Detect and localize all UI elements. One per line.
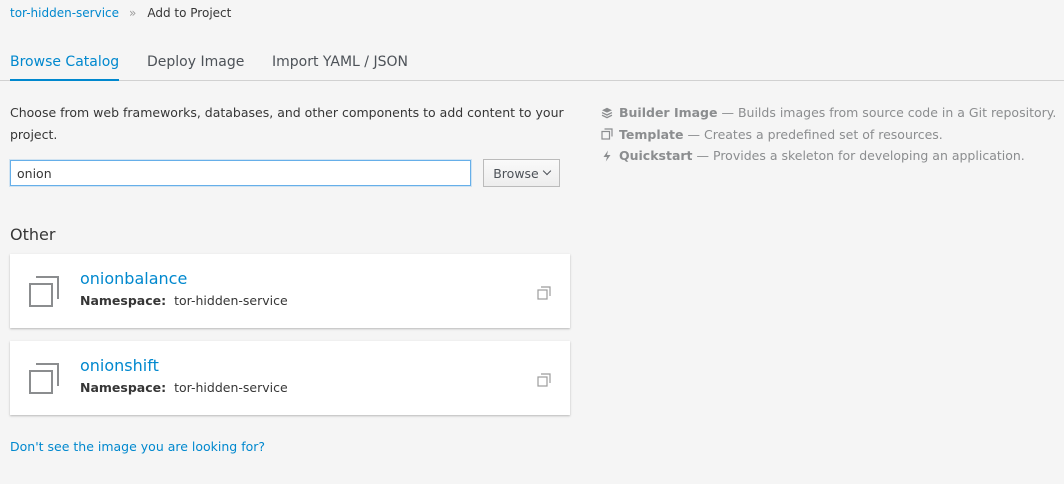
legend-builder-image: Builder Image — Builds images from sourc… (601, 102, 1056, 124)
tab-bar: Browse Catalog Deploy Image Import YAML … (0, 44, 1064, 81)
legend-template: Template — Creates a predefined set of r… (601, 124, 1056, 146)
breadcrumb-current: Add to Project (147, 6, 232, 20)
tab-deploy-image[interactable]: Deploy Image (147, 54, 244, 70)
catalog-search-input[interactable] (10, 160, 471, 186)
catalog-item-card[interactable]: onionbalance Namespace: tor-hidden-servic… (10, 254, 570, 328)
tab-import-yaml-json[interactable]: Import YAML / JSON (272, 54, 408, 70)
legend-desc: — Builds images from source code in a Gi… (721, 105, 1057, 121)
legend-desc: — Provides a skeleton for developing an … (696, 148, 1025, 164)
legend-name: Builder Image (619, 105, 718, 121)
template-icon (27, 275, 61, 309)
namespace-label: Namespace: (80, 380, 167, 395)
template-icon (537, 285, 551, 300)
namespace-value: tor-hidden-service (174, 293, 288, 308)
catalog-item-title[interactable]: onionshift (80, 356, 159, 375)
intro-text: Choose from web frameworks, databases, a… (10, 105, 564, 142)
type-legend: Builder Image — Builds images from sourc… (601, 102, 1056, 167)
catalog-item-namespace: Namespace: tor-hidden-service (80, 293, 288, 308)
template-icon (27, 362, 61, 396)
breadcrumb-project-link[interactable]: tor-hidden-service (10, 6, 119, 20)
tab-browse-catalog[interactable]: Browse Catalog (10, 54, 120, 81)
browse-button-label: Browse (493, 165, 539, 181)
legend-quickstart: Quickstart — Provides a skeleton for dev… (601, 145, 1056, 167)
namespace-value: tor-hidden-service (174, 380, 288, 395)
legend-name: Template (619, 126, 684, 142)
chevron-down-icon (542, 166, 551, 176)
section-title: Other (10, 225, 56, 244)
breadcrumb-separator: » (129, 6, 137, 20)
legend-name: Quickstart (619, 148, 693, 164)
template-icon (537, 372, 551, 387)
missing-image-help-link[interactable]: Don't see the image you are looking for? (10, 439, 265, 454)
namespace-label: Namespace: (80, 293, 167, 308)
template-icon (601, 128, 613, 140)
quickstart-icon (601, 150, 613, 162)
catalog-item-card[interactable]: onionshift Namespace: tor-hidden-service (10, 341, 570, 415)
browse-button[interactable]: Browse (483, 159, 560, 187)
breadcrumb: tor-hidden-service » Add to Project (10, 6, 231, 20)
legend-desc: — Creates a predefined set of resources. (687, 126, 943, 142)
catalog-item-title[interactable]: onionbalance (80, 269, 187, 288)
catalog-item-namespace: Namespace: tor-hidden-service (80, 380, 288, 395)
builder-image-icon (601, 107, 613, 119)
